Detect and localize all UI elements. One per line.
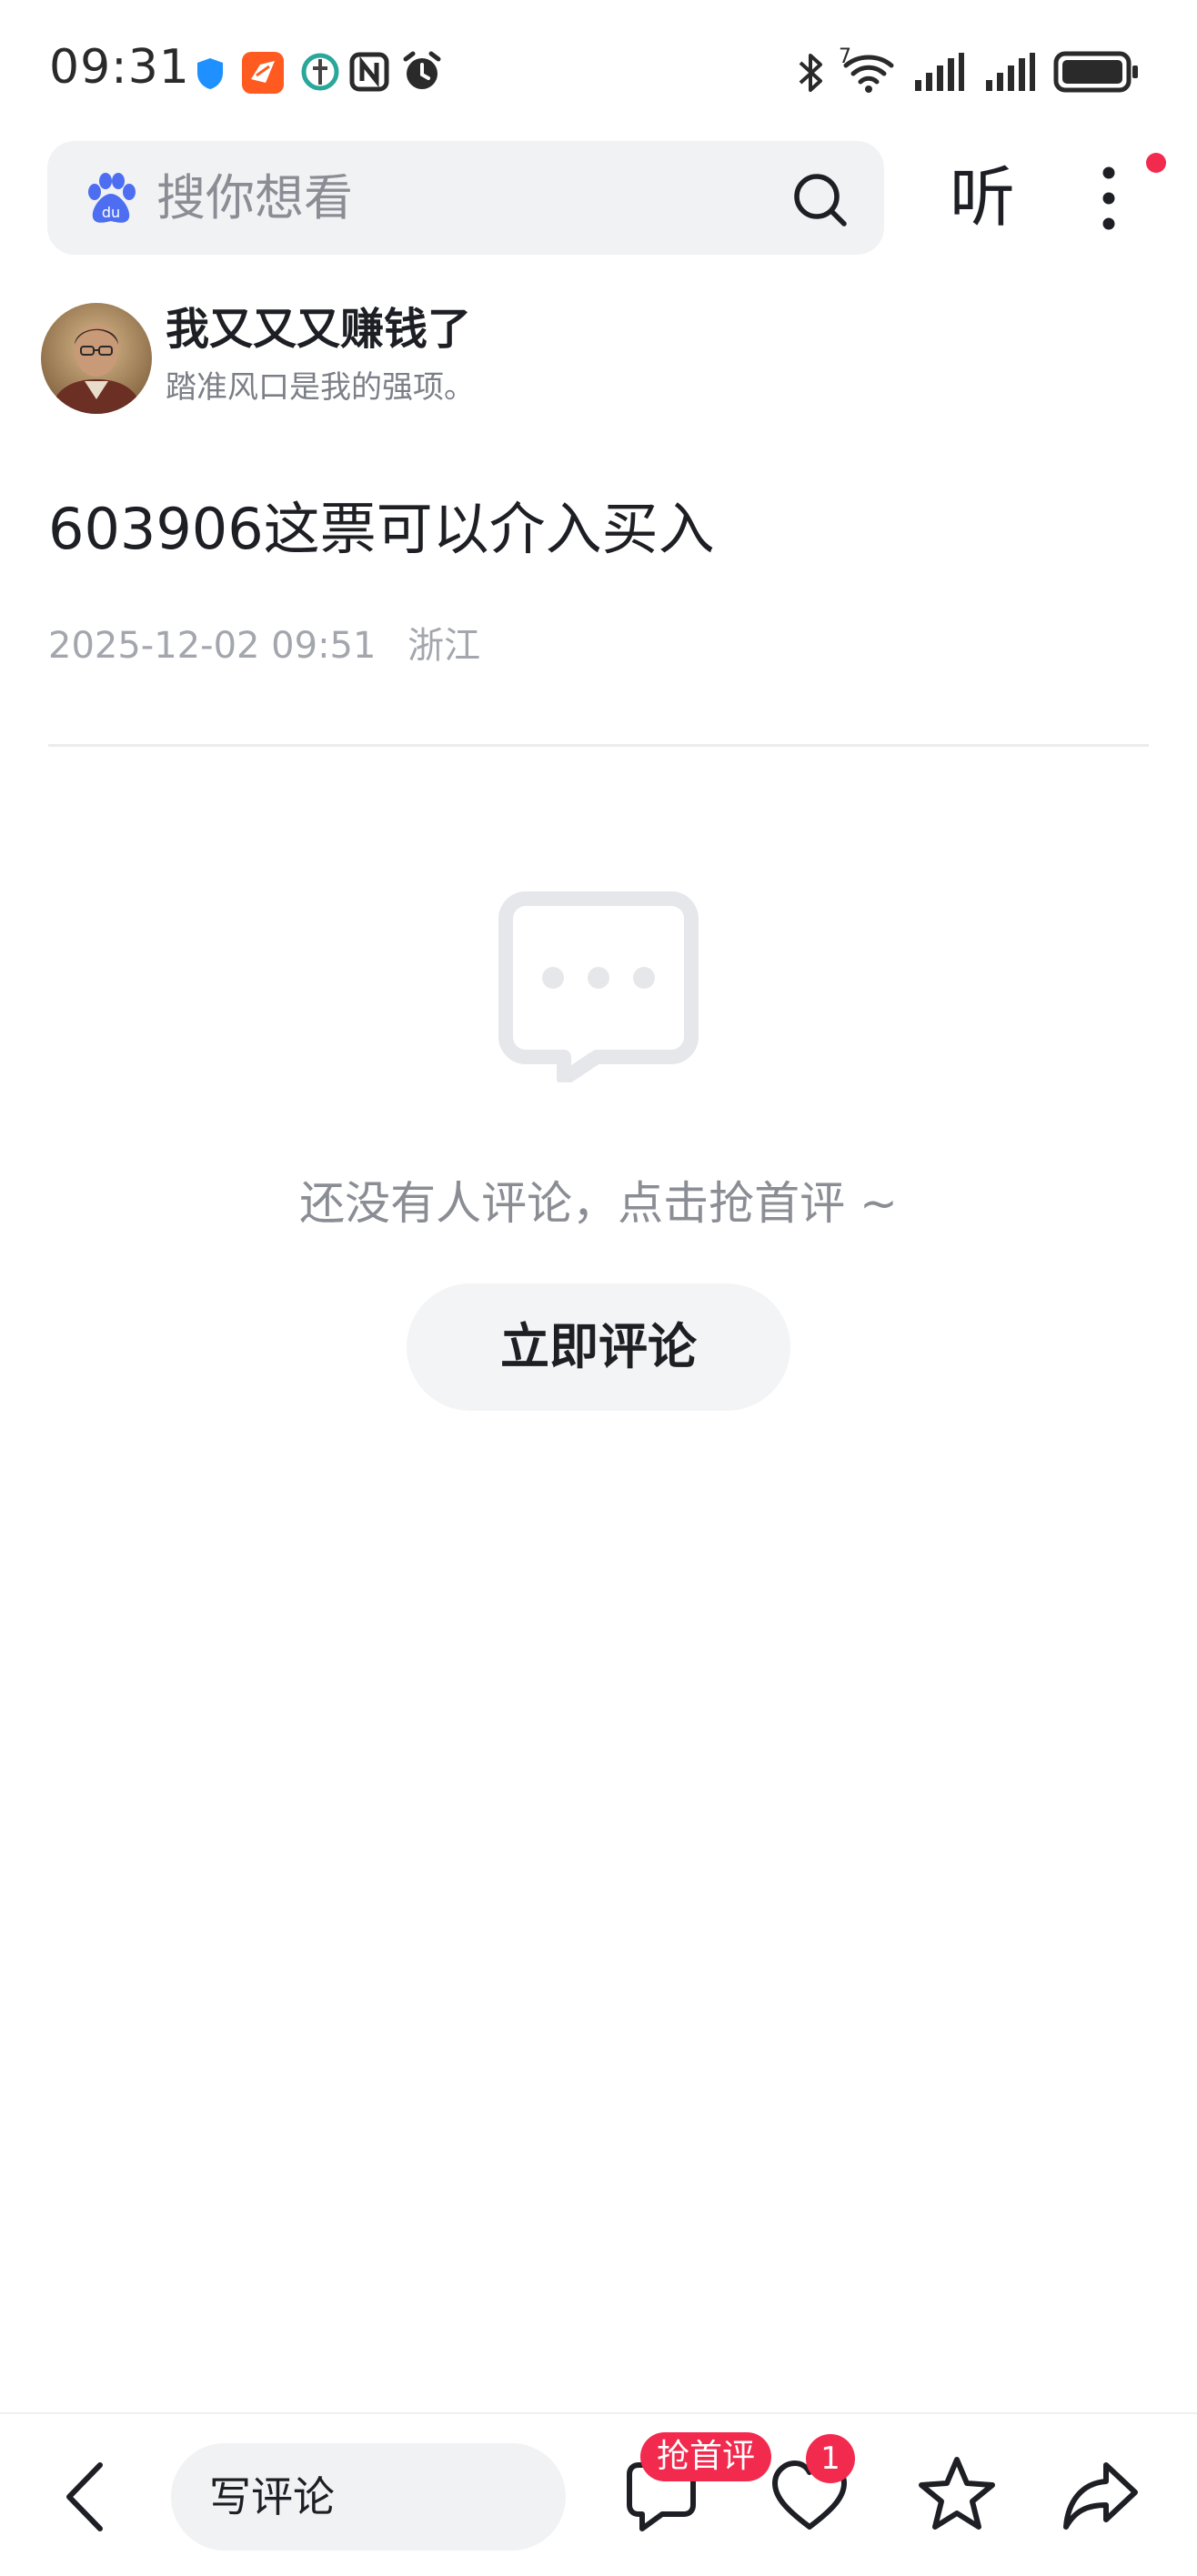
leaf-icon <box>301 53 339 91</box>
empty-comments-text: 还没有人评论，点击抢首评 ~ <box>299 1177 898 1230</box>
author-bio: 踏准风口是我的强项。 <box>166 369 475 406</box>
post-location: 浙江 <box>407 625 481 667</box>
post-meta: 2025-12-02 09:51 浙江 <box>48 622 500 669</box>
battery-icon <box>1053 51 1138 93</box>
star-icon[interactable] <box>917 2454 997 2534</box>
notification-dot <box>1146 153 1166 173</box>
author-avatar[interactable] <box>41 303 152 414</box>
article-detail-page: 09:31 7 du 搜你想看 听 我又又又赚钱了 踏准风口是我的强项。 603… <box>0 0 1197 2576</box>
first-comment-badge[interactable]: 抢首评 <box>640 2432 772 2481</box>
back-arrow-icon[interactable] <box>56 2456 115 2538</box>
post-title: 603906这票可以介入买入 <box>48 496 715 562</box>
write-comment-input[interactable]: 写评论 <box>171 2443 566 2551</box>
search-placeholder: 搜你想看 <box>156 169 353 226</box>
wifi-icon <box>843 55 894 93</box>
search-input[interactable]: du 搜你想看 <box>47 141 884 255</box>
share-arrow-icon[interactable] <box>1061 2456 1141 2536</box>
nfc-icon <box>349 52 389 92</box>
author-name[interactable]: 我又又又赚钱了 <box>166 302 471 357</box>
comment-now-button[interactable]: 立即评论 <box>407 1283 790 1411</box>
avatar-image <box>41 303 152 414</box>
divider <box>48 744 1149 747</box>
baidu-paw-icon: du <box>88 173 136 223</box>
more-menu-icon[interactable] <box>1086 162 1132 235</box>
listen-button[interactable]: 听 <box>950 156 1015 238</box>
post-date: 2025-12-02 09:51 <box>48 625 377 667</box>
status-time: 09:31 <box>49 40 190 95</box>
app-notify-icon <box>242 52 284 94</box>
bluetooth-icon <box>799 54 822 92</box>
status-bar: 09:31 7 <box>0 0 1197 136</box>
write-comment-placeholder: 写评论 <box>209 2472 335 2521</box>
alarm-icon <box>403 51 441 89</box>
comment-empty-icon <box>498 891 699 1082</box>
like-count-badge: 1 <box>806 2434 855 2483</box>
signal-icon <box>915 53 964 91</box>
shield-icon <box>197 58 223 89</box>
signal-icon <box>986 53 1035 91</box>
search-icon[interactable] <box>791 171 850 229</box>
svg-text:du: du <box>102 204 120 221</box>
